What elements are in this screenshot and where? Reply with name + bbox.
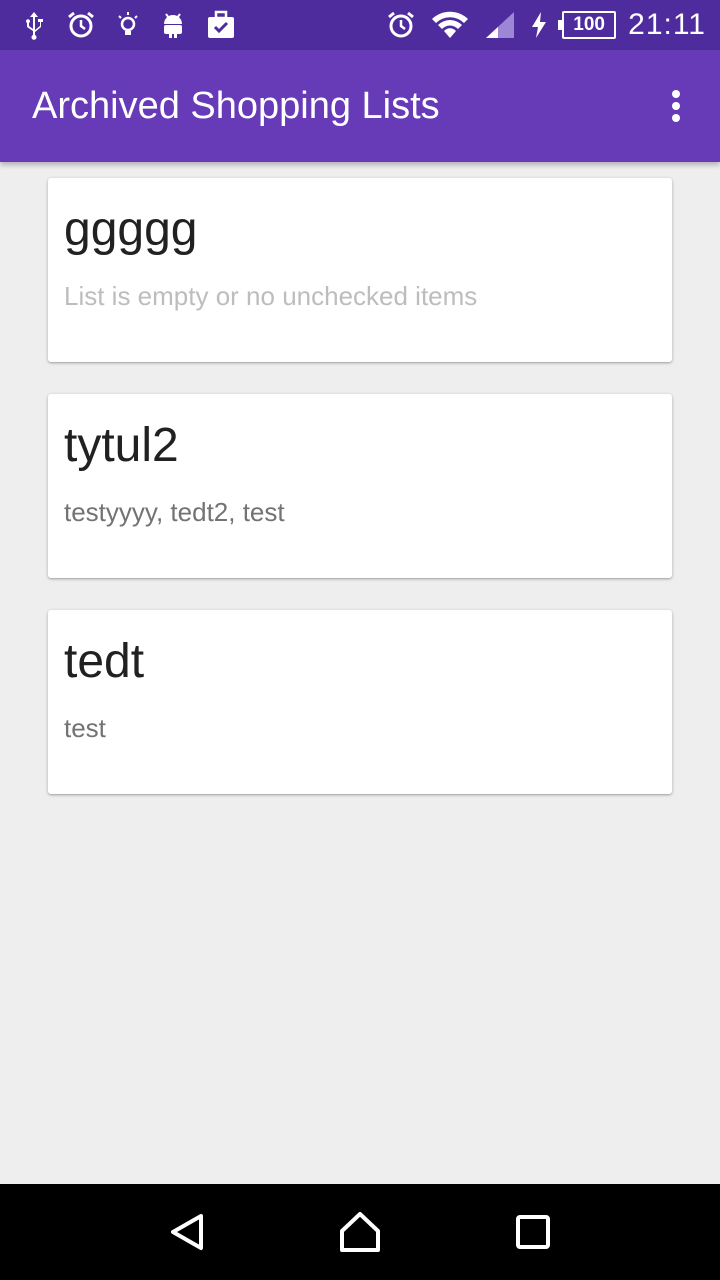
more-vert-icon[interactable] bbox=[664, 84, 688, 128]
battery-icon: 100 bbox=[558, 11, 617, 39]
alarm-icon bbox=[386, 10, 416, 40]
briefcase-check-icon bbox=[206, 10, 236, 40]
wifi-icon bbox=[430, 9, 470, 41]
recents-icon[interactable] bbox=[503, 1202, 563, 1262]
list-items-summary: test bbox=[64, 713, 106, 743]
navigation-bar bbox=[0, 1184, 720, 1280]
list-title: tedt bbox=[64, 635, 145, 688]
usb-icon bbox=[22, 10, 46, 40]
back-icon[interactable] bbox=[157, 1202, 217, 1262]
archived-lists-container: ggggg List is empty or no unchecked item… bbox=[0, 162, 720, 1184]
list-items-summary: List is empty or no unchecked items bbox=[64, 281, 478, 311]
home-icon[interactable] bbox=[330, 1202, 390, 1262]
android-icon bbox=[160, 10, 186, 40]
charging-icon bbox=[530, 10, 548, 40]
signal-icon bbox=[484, 10, 516, 40]
status-right-icons: 100 21:11 bbox=[372, 8, 706, 42]
status-bar: 100 21:11 bbox=[0, 0, 720, 50]
lightbulb-icon bbox=[116, 10, 140, 40]
list-title: ggggg bbox=[64, 203, 198, 256]
alarm-clock-icon bbox=[66, 10, 96, 40]
list-card[interactable]: ggggg List is empty or no unchecked item… bbox=[48, 178, 672, 362]
page-title: Archived Shopping Lists bbox=[32, 84, 440, 127]
status-left-icons bbox=[22, 10, 256, 40]
list-card[interactable]: tedt test bbox=[48, 610, 672, 794]
app-bar: Archived Shopping Lists bbox=[0, 50, 720, 162]
clock-time: 21:11 bbox=[628, 8, 706, 41]
list-card[interactable]: tytul2 testyyyy, tedt2, test bbox=[48, 394, 672, 578]
list-title: tytul2 bbox=[64, 419, 179, 472]
battery-level: 100 bbox=[573, 14, 605, 35]
list-items-summary: testyyyy, tedt2, test bbox=[64, 497, 285, 527]
